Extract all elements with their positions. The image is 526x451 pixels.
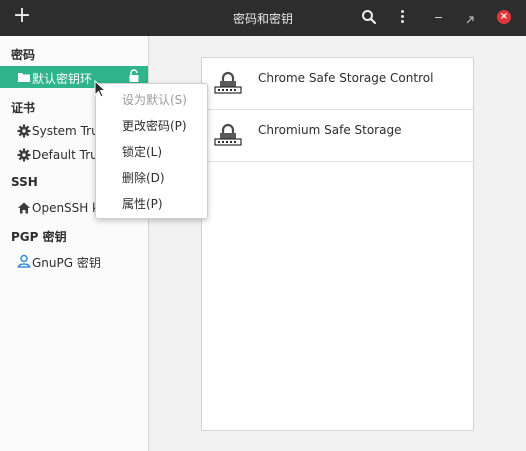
sidebar-item-label: 默认密钥环	[32, 72, 93, 86]
list-item[interactable]: Chromium Safe Storage	[202, 110, 473, 162]
menu-icon[interactable]	[394, 9, 410, 27]
app-window: + 密码和密钥 × 密码 默认密钥环 证书 System Trust Defau…	[0, 0, 526, 451]
context-menu: 设为默认(S) 更改密码(P) 锁定(L) 删除(D) 属性(P)	[95, 83, 208, 219]
lock-icon	[214, 122, 242, 146]
section-pgp: PGP 密钥	[11, 230, 67, 244]
sidebar-item-label: GnuPG 密钥	[32, 256, 101, 270]
lock-icon	[214, 70, 242, 94]
folder-icon	[17, 70, 31, 84]
menu-item-properties[interactable]: 属性(P)	[96, 192, 207, 216]
section-certificates: 证书	[11, 101, 36, 115]
gear-icon	[17, 148, 31, 162]
unlock-icon[interactable]	[128, 69, 140, 83]
section-passwords: 密码	[11, 48, 36, 62]
menu-item-delete[interactable]: 删除(D)	[96, 166, 207, 190]
item-name: Chrome Safe Storage Control	[258, 71, 434, 85]
restore-icon[interactable]	[466, 13, 474, 24]
header-bar: + 密码和密钥 ×	[0, 0, 526, 36]
gear-icon	[17, 124, 31, 138]
menu-item-change-password[interactable]: 更改密码(P)	[96, 114, 207, 138]
list-item[interactable]: Chrome Safe Storage Control	[202, 58, 473, 110]
keyring-items-list: Chrome Safe Storage Control Chromium Saf…	[201, 57, 474, 431]
mouse-cursor-icon	[94, 79, 108, 100]
section-ssh: SSH	[11, 175, 38, 189]
sidebar-item-gnupg[interactable]: GnuPG 密钥	[0, 250, 148, 272]
home-icon	[17, 201, 31, 215]
item-name: Chromium Safe Storage	[258, 123, 402, 137]
person-icon	[17, 254, 31, 268]
menu-item-lock[interactable]: 锁定(L)	[96, 140, 207, 164]
minimize-icon[interactable]	[435, 17, 442, 18]
menu-item-set-default[interactable]: 设为默认(S)	[96, 88, 207, 112]
close-icon[interactable]: ×	[497, 10, 511, 24]
search-icon[interactable]	[361, 9, 377, 25]
window-title: 密码和密钥	[232, 12, 293, 26]
